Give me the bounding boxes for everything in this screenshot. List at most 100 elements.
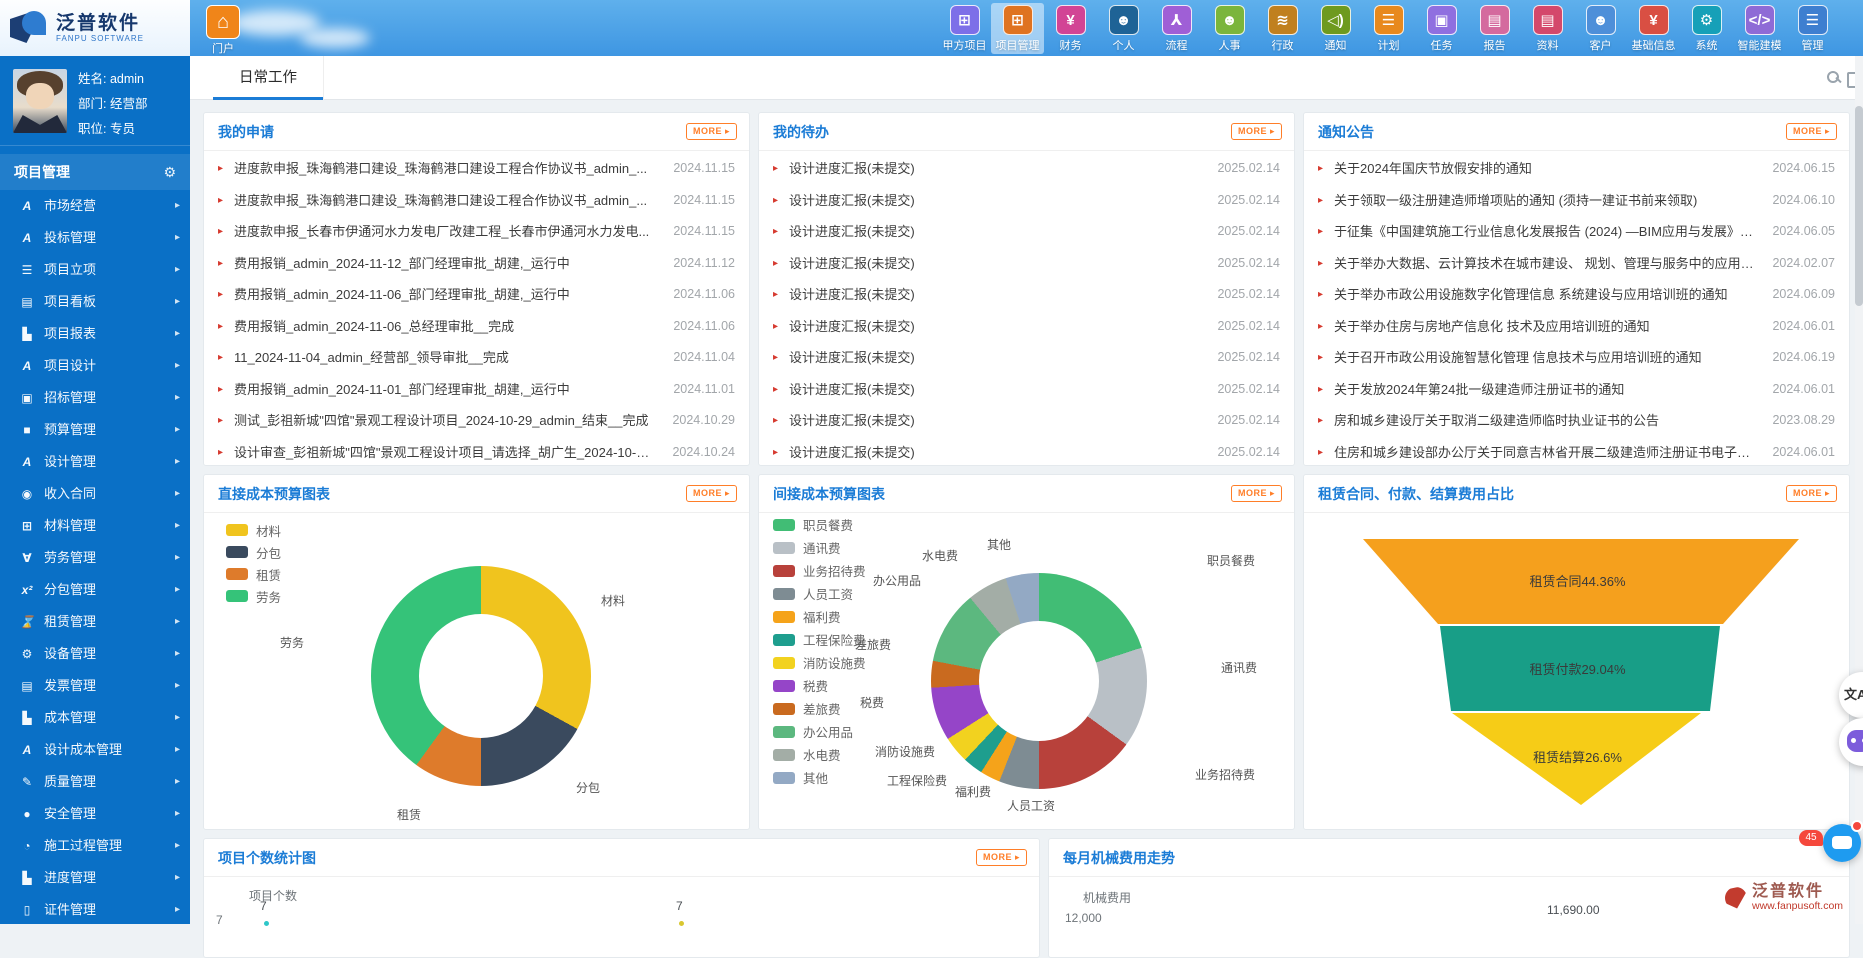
top-menu-item[interactable]: ⊞ 甲方项目 bbox=[938, 3, 991, 54]
more-button[interactable]: MORE bbox=[1231, 485, 1282, 502]
scrollbar-thumb[interactable] bbox=[1855, 106, 1863, 306]
sidebar-item[interactable]: A 投标管理 bbox=[0, 222, 190, 254]
list-item[interactable]: 设计进度汇报(未提交) 2025.02.14 bbox=[759, 153, 1294, 185]
list-item[interactable]: 关于发放2024年第24批一级建造师注册证书的通知 2024.06.01 bbox=[1304, 374, 1849, 406]
legend-item[interactable]: 分包 bbox=[226, 541, 281, 563]
top-menu-item[interactable]: ⅄ 流程 bbox=[1150, 3, 1203, 54]
more-button[interactable]: MORE bbox=[686, 485, 737, 502]
list-item[interactable]: 设计进度汇报(未提交) 2025.02.14 bbox=[759, 437, 1294, 467]
list-item[interactable]: 关于领取一级注册建造师增项贴的通知 (须持一建证书前来领取) 2024.06.1… bbox=[1304, 185, 1849, 217]
legend-item[interactable]: 水电费 bbox=[773, 743, 866, 766]
top-menu-item[interactable]: ▤ 报告 bbox=[1468, 3, 1521, 54]
list-item[interactable]: 关于举办市政公用设施数字化管理信息 系统建设与应用培训班的通知 2024.06.… bbox=[1304, 279, 1849, 311]
sidebar-item[interactable]: ▙ 项目报表 bbox=[0, 318, 190, 350]
top-menu-item[interactable]: ¥ 财务 bbox=[1044, 3, 1097, 54]
top-menu-item[interactable]: ¥ 基础信息 bbox=[1627, 3, 1680, 54]
sidebar-item[interactable]: A 市场经营 bbox=[0, 190, 190, 222]
sidebar-item[interactable]: ⚙ 设备管理 bbox=[0, 638, 190, 670]
sidebar-item[interactable]: x² 分包管理 bbox=[0, 574, 190, 606]
sidebar-item[interactable]: ▤ 发票管理 bbox=[0, 670, 190, 702]
sidebar-item[interactable]: ☰ 项目立项 bbox=[0, 254, 190, 286]
legend-item[interactable]: 业务招待费 bbox=[773, 559, 866, 582]
sidebar-item[interactable]: ▙ 进度管理 bbox=[0, 862, 190, 894]
top-menu-item[interactable]: ◁) 通知 bbox=[1309, 3, 1362, 54]
sidebar-item[interactable]: A 设计成本管理 bbox=[0, 734, 190, 766]
more-button[interactable]: MORE bbox=[1786, 123, 1837, 140]
list-item[interactable]: 测试_彭祖新城"四馆"景观工程设计项目_2024-10-29_admin_结束_… bbox=[204, 405, 749, 437]
key-icon[interactable] bbox=[1827, 71, 1841, 85]
legend-item[interactable]: 人员工资 bbox=[773, 582, 866, 605]
gear-icon[interactable] bbox=[163, 154, 176, 190]
list-item[interactable]: 住房和城乡建设部办公厅关于同意吉林省开展二级建造师注册证书电子化试点... 20… bbox=[1304, 437, 1849, 467]
scrollbar-track[interactable] bbox=[1855, 56, 1863, 924]
sidebar-item[interactable]: ▯ 证件管理 bbox=[0, 894, 190, 926]
legend-item[interactable]: 职员餐费 bbox=[773, 513, 866, 536]
top-menu-item[interactable]: ⚙ 系统 bbox=[1680, 3, 1733, 54]
list-item[interactable]: 设计进度汇报(未提交) 2025.02.14 bbox=[759, 342, 1294, 374]
sidebar-item[interactable]: ∀ 劳务管理 bbox=[0, 542, 190, 574]
sidebar-item[interactable]: ⌛ 租赁管理 bbox=[0, 606, 190, 638]
top-menu-item[interactable]: ▣ 任务 bbox=[1415, 3, 1468, 54]
message-count-badge[interactable]: 45 bbox=[1799, 830, 1823, 846]
sidebar-item[interactable]: A 设计管理 bbox=[0, 446, 190, 478]
list-item[interactable]: 费用报销_admin_2024-11-06_部门经理审批_胡建,_运行中 202… bbox=[204, 279, 749, 311]
list-item[interactable]: 进度款申报_珠海鹤港口建设_珠海鹤港口建设工程合作协议书_admin_... 2… bbox=[204, 153, 749, 185]
list-item[interactable]: 进度款申报_长春市伊通河水力发电厂改建工程_长春市伊通河水力发电... 2024… bbox=[204, 216, 749, 248]
list-item[interactable]: 关于召开市政公用设施智慧化管理 信息技术与应用培训班的通知 2024.06.19 bbox=[1304, 342, 1849, 374]
list-item[interactable]: 设计审查_彭祖新城"四馆"景观工程设计项目_请选择_胡广生_2024-10-2.… bbox=[204, 437, 749, 467]
sidebar-item[interactable]: ▤ 项目看板 bbox=[0, 286, 190, 318]
portal-menu-item[interactable]: ⌂ 门户 bbox=[200, 5, 246, 56]
list-item[interactable]: 于征集《中国建筑施工行业信息化发展报告 (2024) —BIM应用与发展》材料.… bbox=[1304, 216, 1849, 248]
sidebar-item[interactable]: ⊞ 材料管理 bbox=[0, 510, 190, 542]
legend-item[interactable]: 其他 bbox=[773, 766, 866, 789]
sidebar-item[interactable]: ◔ 施工过程管理 bbox=[0, 830, 190, 862]
legend-item[interactable]: 工程保险费 bbox=[773, 628, 866, 651]
list-item[interactable]: 设计进度汇报(未提交) 2025.02.14 bbox=[759, 374, 1294, 406]
legend-item[interactable]: 税费 bbox=[773, 674, 866, 697]
top-menu-item[interactable]: ▤ 资料 bbox=[1521, 3, 1574, 54]
sidebar-item[interactable]: ▣ 招标管理 bbox=[0, 382, 190, 414]
sidebar-item[interactable]: ▙ 成本管理 bbox=[0, 702, 190, 734]
top-menu-item[interactable]: ☰ 计划 bbox=[1362, 3, 1415, 54]
legend-item[interactable]: 消防设施费 bbox=[773, 651, 866, 674]
list-item[interactable]: 关于2024年国庆节放假安排的通知 2024.06.15 bbox=[1304, 153, 1849, 185]
sidebar-item[interactable]: ■ 预算管理 bbox=[0, 414, 190, 446]
list-item[interactable]: 11_2024-11-04_admin_经营部_领导审批__完成 2024.11… bbox=[204, 342, 749, 374]
sidebar-item[interactable]: A 项目设计 bbox=[0, 350, 190, 382]
sidebar-item[interactable]: ◉ 收入合同 bbox=[0, 478, 190, 510]
legend-item[interactable]: 通讯费 bbox=[773, 536, 866, 559]
more-button[interactable]: MORE bbox=[976, 849, 1027, 866]
list-item[interactable]: 费用报销_admin_2024-11-12_部门经理审批_胡建,_运行中 202… bbox=[204, 248, 749, 280]
legend-item[interactable]: 租赁 bbox=[226, 563, 281, 585]
list-item[interactable]: 设计进度汇报(未提交) 2025.02.14 bbox=[759, 311, 1294, 343]
list-item[interactable]: 费用报销_admin_2024-11-01_部门经理审批_胡建,_运行中 202… bbox=[204, 374, 749, 406]
list-item[interactable]: 关于举办大数据、云计算技术在城市建设、 规划、管理与服务中的应用培训班... 2… bbox=[1304, 248, 1849, 280]
top-menu-item[interactable]: ≋ 行政 bbox=[1256, 3, 1309, 54]
list-item[interactable]: 房和城乡建设厅关于取消二级建造师临时执业证书的公告 2023.08.29 bbox=[1304, 405, 1849, 437]
legend-item[interactable]: 材料 bbox=[226, 519, 281, 541]
list-item[interactable]: 设计进度汇报(未提交) 2025.02.14 bbox=[759, 405, 1294, 437]
top-menu-item[interactable]: ☰ 管理 bbox=[1786, 3, 1839, 54]
legend-item[interactable]: 差旅费 bbox=[773, 697, 866, 720]
top-menu-item[interactable]: ⊞ 项目管理 bbox=[991, 3, 1044, 54]
legend-item[interactable]: 办公用品 bbox=[773, 720, 866, 743]
top-menu-item[interactable]: ☻ 个人 bbox=[1097, 3, 1150, 54]
sidebar-item[interactable]: ✎ 质量管理 bbox=[0, 766, 190, 798]
list-item[interactable]: 费用报销_admin_2024-11-06_总经理审批__完成 2024.11.… bbox=[204, 311, 749, 343]
sidebar-item[interactable]: ● 安全管理 bbox=[0, 798, 190, 830]
top-menu-item[interactable]: </> 智能建模 bbox=[1733, 3, 1786, 54]
top-menu-item[interactable]: ☻ 客户 bbox=[1574, 3, 1627, 54]
top-menu-item[interactable]: ☻ 人事 bbox=[1203, 3, 1256, 54]
legend-item[interactable]: 劳务 bbox=[226, 585, 281, 607]
legend-item[interactable]: 福利费 bbox=[773, 605, 866, 628]
more-button[interactable]: MORE bbox=[686, 123, 737, 140]
list-item[interactable]: 设计进度汇报(未提交) 2025.02.14 bbox=[759, 279, 1294, 311]
list-item[interactable]: 设计进度汇报(未提交) 2025.02.14 bbox=[759, 185, 1294, 217]
more-button[interactable]: MORE bbox=[1786, 485, 1837, 502]
list-item[interactable]: 设计进度汇报(未提交) 2025.02.14 bbox=[759, 216, 1294, 248]
list-item[interactable]: 关于举办住房与房地产信息化 技术及应用培训班的通知 2024.06.01 bbox=[1304, 311, 1849, 343]
list-item[interactable]: 设计进度汇报(未提交) 2025.02.14 bbox=[759, 248, 1294, 280]
more-button[interactable]: MORE bbox=[1231, 123, 1282, 140]
tab-daily-work[interactable]: 日常工作 bbox=[213, 56, 324, 100]
chat-float-button[interactable] bbox=[1823, 824, 1861, 862]
